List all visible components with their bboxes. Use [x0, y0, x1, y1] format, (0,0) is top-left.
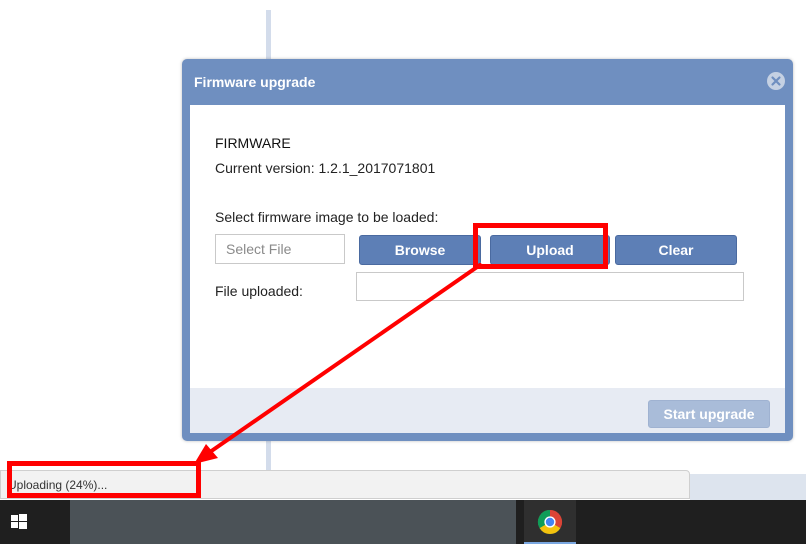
screen: Firmware upgrade FIRMWARE Current versio… — [0, 0, 806, 544]
annotation-arrow — [194, 263, 482, 464]
